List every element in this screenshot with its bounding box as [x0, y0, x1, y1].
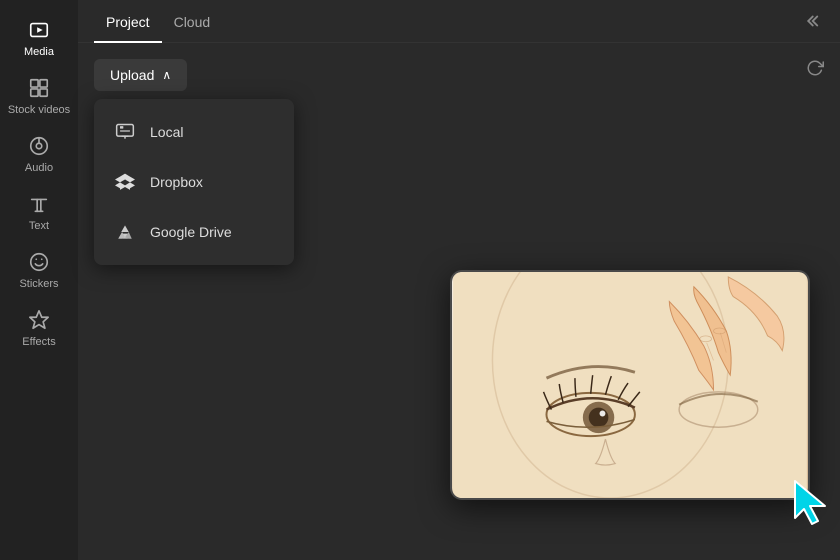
media-icon — [27, 18, 51, 42]
sidebar-item-stock-videos[interactable]: Stock videos — [0, 66, 78, 124]
sidebar-label-audio: Audio — [25, 162, 53, 174]
upload-button[interactable]: Upload ∧ — [94, 59, 187, 91]
dropdown-label-dropbox: Dropbox — [150, 174, 203, 190]
sidebar-item-stickers[interactable]: Stickers — [0, 240, 78, 298]
dropdown-label-google-drive: Google Drive — [150, 224, 232, 240]
tab-cloud[interactable]: Cloud — [162, 0, 223, 42]
sidebar-item-text[interactable]: Text — [0, 182, 78, 240]
dropdown-item-google-drive[interactable]: Google Drive — [94, 207, 294, 257]
collapse-icon[interactable] — [806, 12, 824, 30]
media-thumbnail-preview — [450, 270, 810, 500]
content-area: Upload ∧ — [78, 43, 840, 560]
stickers-icon — [27, 250, 51, 274]
audio-icon — [27, 134, 51, 158]
dropdown-item-dropbox[interactable]: Dropbox — [94, 157, 294, 207]
text-icon — [27, 192, 51, 216]
sidebar-label-media: Media — [24, 46, 54, 58]
dropbox-icon — [114, 171, 136, 193]
local-icon — [114, 121, 136, 143]
tabs-bar: Project Cloud — [78, 0, 840, 43]
cursor-arrow-icon — [790, 476, 830, 520]
sidebar: Media Stock videos Audio — [0, 0, 78, 560]
grid-icon — [27, 76, 51, 100]
refresh-icon[interactable] — [806, 59, 824, 82]
tab-project[interactable]: Project — [94, 0, 162, 42]
sidebar-label-stickers: Stickers — [19, 278, 58, 290]
sidebar-item-audio[interactable]: Audio — [0, 124, 78, 182]
upload-dropdown: Local Dropbox — [94, 99, 294, 265]
sidebar-label-stock-videos: Stock videos — [8, 104, 70, 116]
sidebar-item-media[interactable]: Media — [0, 8, 78, 66]
sidebar-item-effects[interactable]: Effects — [0, 298, 78, 356]
sidebar-label-text: Text — [29, 220, 49, 232]
effects-icon — [27, 308, 51, 332]
dropdown-label-local: Local — [150, 124, 183, 140]
google-drive-icon — [114, 221, 136, 243]
main-panel: Project Cloud Upload ∧ — [78, 0, 840, 560]
chevron-up-icon: ∧ — [162, 68, 171, 82]
dropdown-item-local[interactable]: Local — [94, 107, 294, 157]
sidebar-label-effects: Effects — [22, 336, 55, 348]
